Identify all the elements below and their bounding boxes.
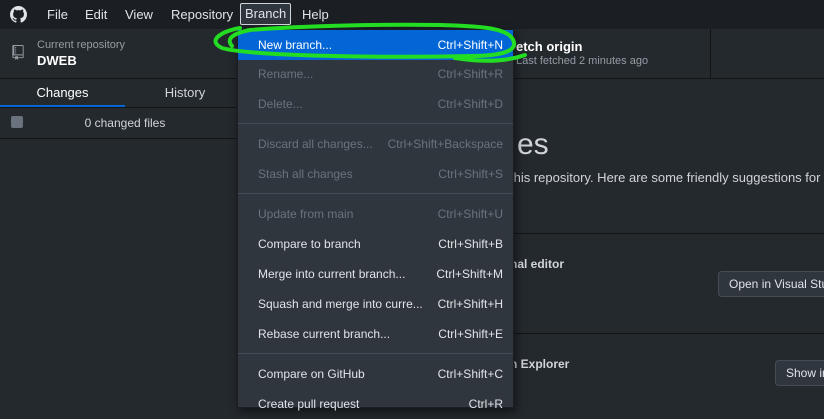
page-subtitle: this repository. Here are some friendly … (510, 170, 821, 185)
fetch-origin-label[interactable]: etch origin (516, 39, 582, 54)
repository-name: DWEB (37, 53, 77, 68)
branch-menu: New branch... Ctrl+Shift+N Rename... Ctrl+… (237, 29, 514, 411)
repository-label: Current repository (37, 39, 126, 51)
divider (510, 333, 824, 334)
menu-item-label: Create pull request (258, 397, 360, 411)
menu-file[interactable]: File (47, 6, 68, 23)
menu-item-discard-all[interactable]: Discard all changes... Ctrl+Shift+Backspa… (238, 129, 513, 159)
menu-item-rebase[interactable]: Rebase current branch... Ctrl+Shift+E (238, 319, 513, 349)
menu-item-compare-on-github[interactable]: Compare on GitHub Ctrl+Shift+C (238, 359, 513, 389)
menu-item-label: Squash and merge into curre... (258, 297, 423, 311)
menu-item-shortcut: Ctrl+R (468, 397, 503, 411)
open-in-editor-button[interactable]: Open in Visual Stu (718, 271, 824, 297)
menu-item-compare-to-branch[interactable]: Compare to branch Ctrl+Shift+B (238, 229, 513, 259)
changes-header: 0 changed files (0, 108, 245, 139)
menu-view[interactable]: View (125, 6, 153, 23)
menu-item-label: New branch... (258, 38, 333, 52)
repository-selector[interactable]: Current repository DWEB (0, 29, 246, 78)
menu-item-label: Update from main (258, 207, 354, 221)
suggestion-external-editor: nal editor (510, 257, 565, 271)
menu-item-shortcut: Ctrl+Shift+M (436, 267, 503, 281)
menu-item-shortcut: Ctrl+Shift+H (437, 297, 503, 311)
menu-item-label: Delete... (258, 97, 303, 111)
menu-item-shortcut: Ctrl+Shift+U (437, 207, 503, 221)
menu-item-squash-merge[interactable]: Squash and merge into curre... Ctrl+Shift… (238, 289, 513, 319)
toolbar-divider (710, 29, 711, 78)
menu-item-merge[interactable]: Merge into current branch... Ctrl+Shift+M (238, 259, 513, 289)
menu-separator (238, 353, 513, 354)
menu-item-label: Compare to branch (258, 237, 361, 251)
changed-files-count: 0 changed files (84, 116, 166, 130)
menu-item-shortcut: Ctrl+Shift+N (437, 38, 503, 52)
menu-item-label: Rename... (258, 67, 314, 81)
suggestion-explorer: n Explorer (510, 357, 570, 371)
tab-changes[interactable]: Changes (0, 79, 125, 107)
page-title: es (517, 128, 549, 161)
menu-help[interactable]: Help (302, 6, 329, 23)
menu-item-new-branch[interactable]: New branch... Ctrl+Shift+N (238, 30, 513, 60)
menu-item-label: Stash all changes (258, 167, 353, 181)
menu-item-shortcut: Ctrl+Shift+B (438, 237, 503, 251)
tab-history[interactable]: History (125, 79, 245, 107)
menu-item-rename[interactable]: Rename... Ctrl+Shift+R (238, 59, 513, 89)
menu-item-shortcut: Ctrl+Shift+S (438, 167, 503, 181)
menu-repository[interactable]: Repository (171, 6, 233, 23)
divider (510, 233, 824, 234)
menu-item-shortcut: Ctrl+Shift+E (438, 327, 503, 341)
menu-item-label: Rebase current branch... (258, 327, 391, 341)
menu-item-shortcut: Ctrl+Shift+C (437, 367, 503, 381)
menu-separator (238, 123, 513, 124)
show-in-explorer-button[interactable]: Show in (775, 360, 824, 386)
sidebar-tabs: Changes History (0, 79, 245, 108)
menu-item-shortcut: Ctrl+Shift+Backspace (387, 137, 503, 151)
menu-branch[interactable]: Branch (240, 3, 292, 25)
menu-edit[interactable]: Edit (85, 6, 107, 23)
repository-icon (12, 45, 24, 60)
menu-item-delete[interactable]: Delete... Ctrl+Shift+D (238, 89, 513, 119)
title-bar: File Edit View Repository Branch Help (0, 0, 824, 29)
menu-item-create-pull-request[interactable]: Create pull request Ctrl+R (238, 389, 513, 419)
menu-separator (238, 193, 513, 194)
menu-item-label: Merge into current branch... (258, 267, 406, 281)
menu-item-stash-all[interactable]: Stash all changes Ctrl+Shift+S (238, 159, 513, 189)
menu-item-update-from-main[interactable]: Update from main Ctrl+Shift+U (238, 199, 513, 229)
last-fetched-label: Last fetched 2 minutes ago (516, 55, 649, 67)
github-logo-icon (10, 6, 27, 23)
menu-item-label: Compare on GitHub (258, 367, 365, 381)
menu-item-shortcut: Ctrl+Shift+D (437, 97, 503, 111)
menu-item-label: Discard all changes... (258, 137, 373, 151)
menu-item-shortcut: Ctrl+Shift+R (437, 67, 503, 81)
